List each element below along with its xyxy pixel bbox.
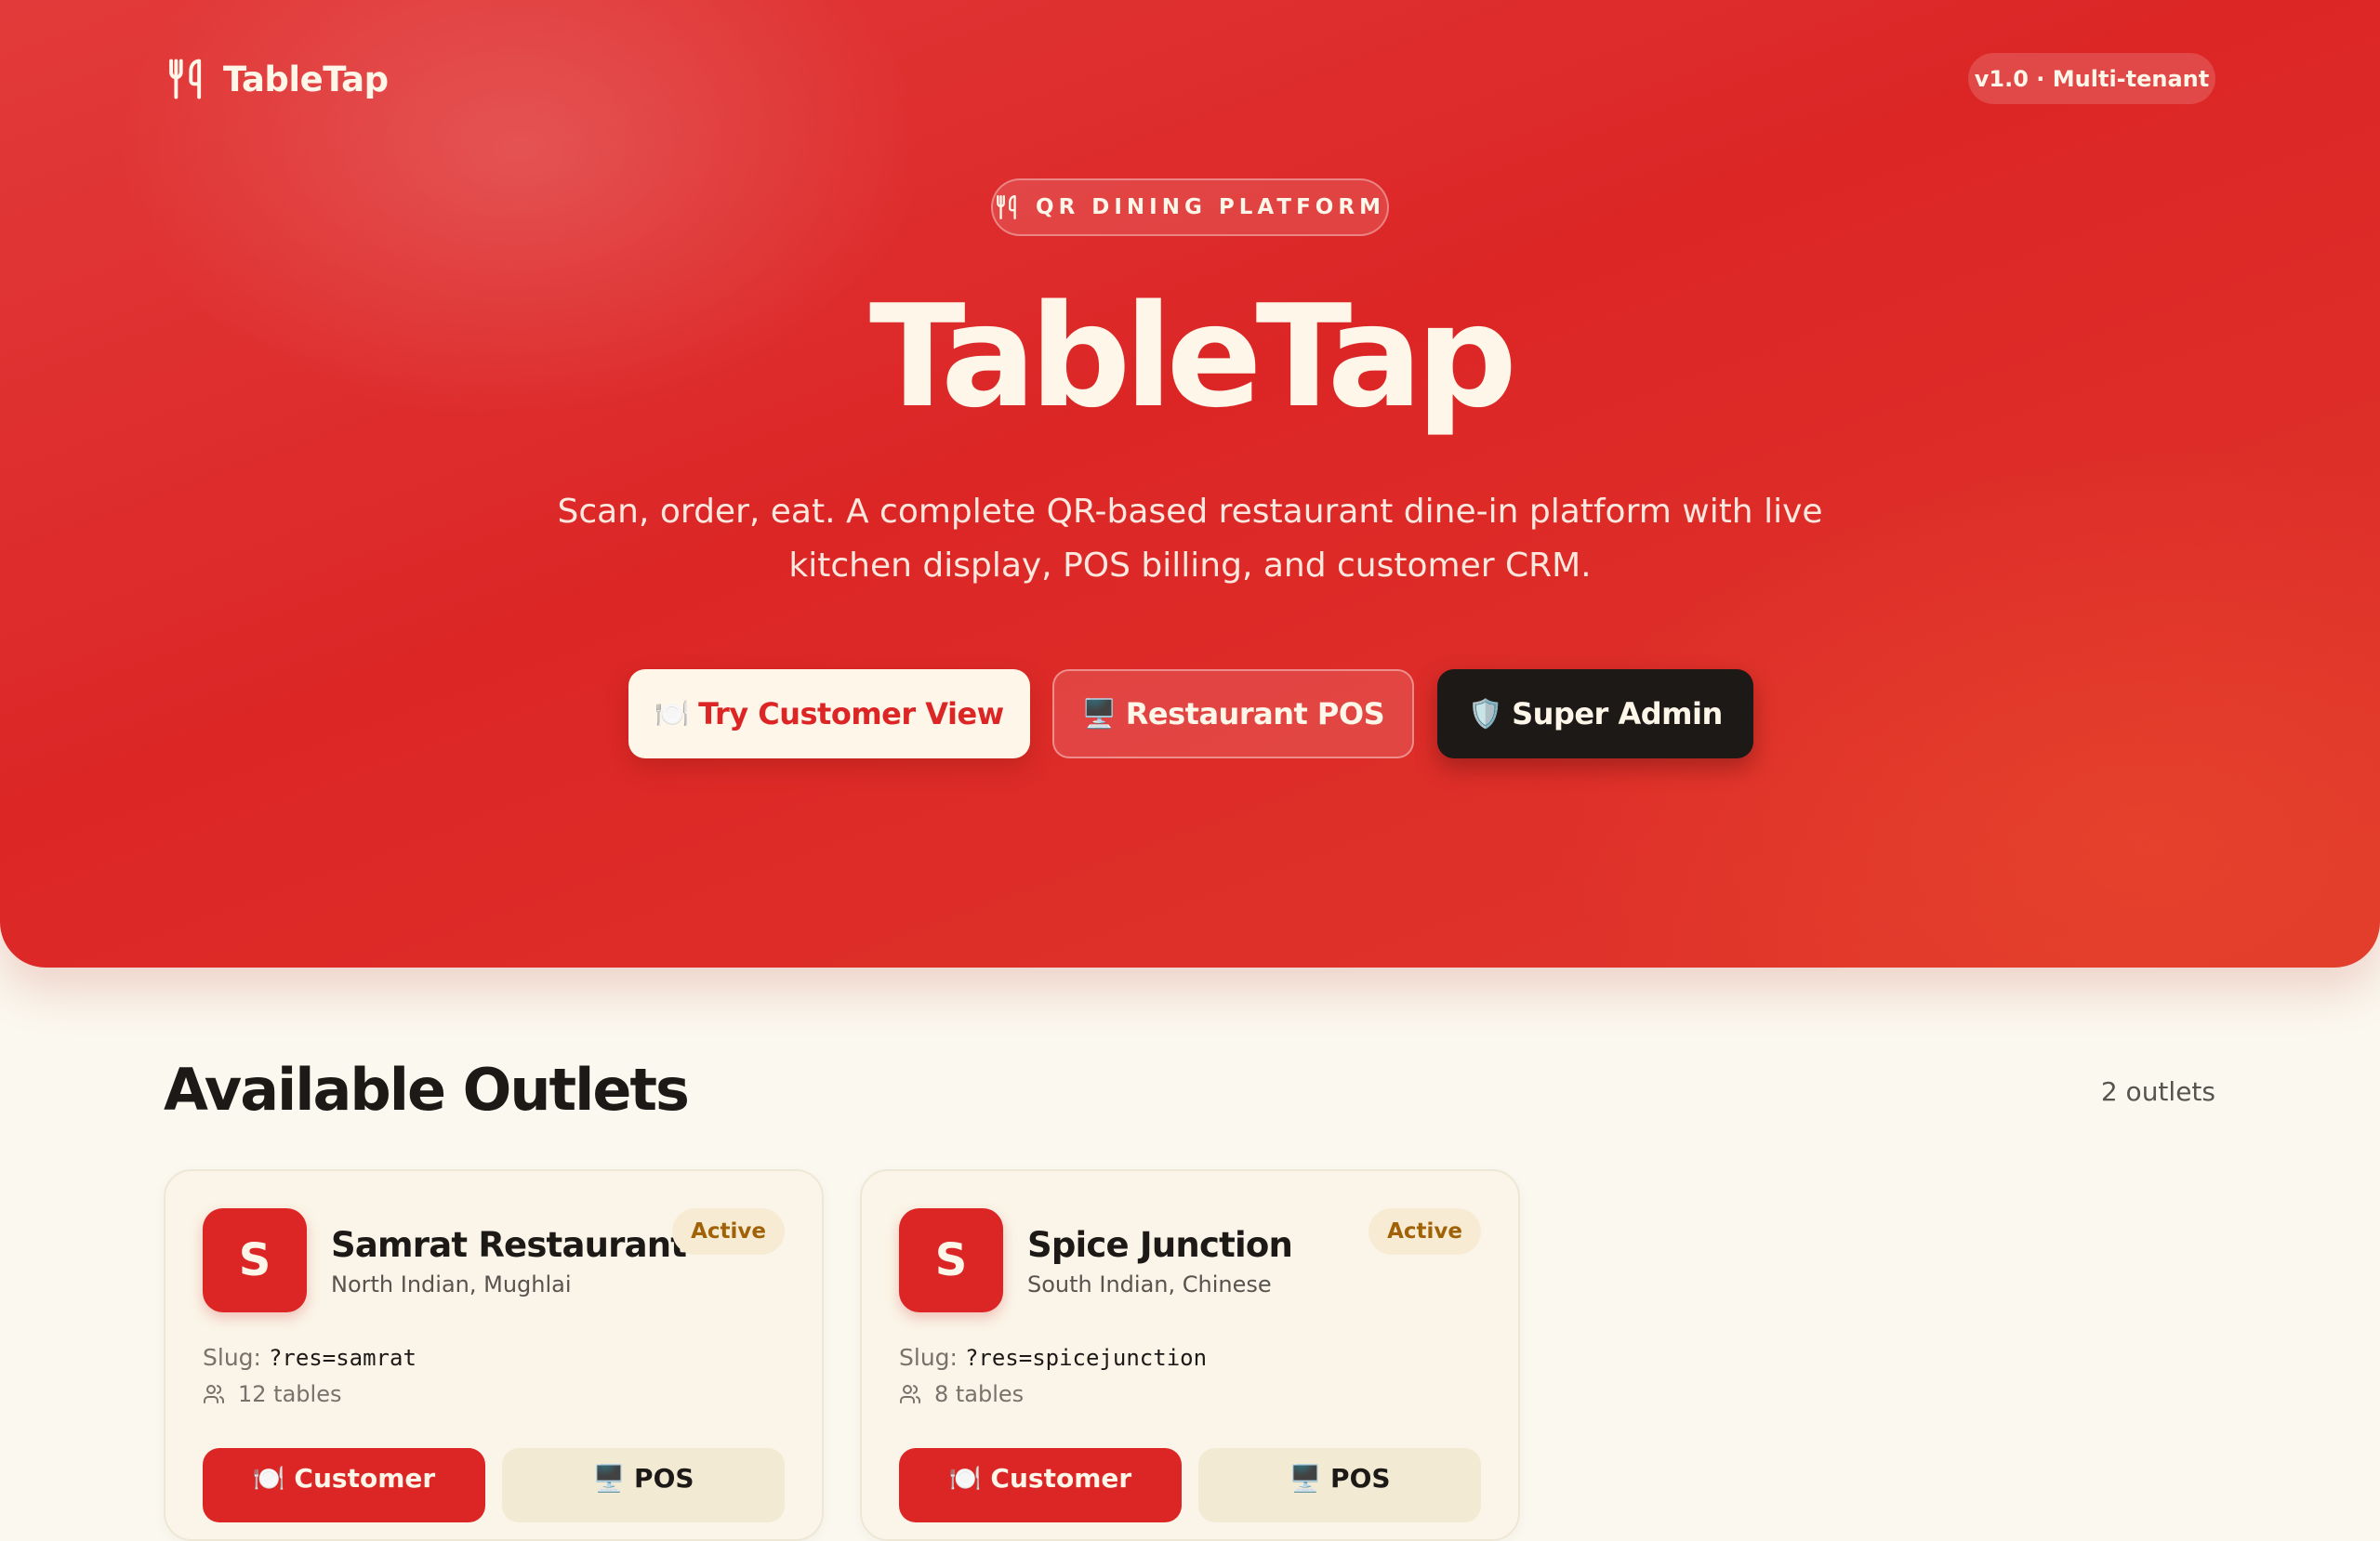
outlet-card[interactable]: S Spice Junction South Indian, Chinese A… bbox=[860, 1169, 1520, 1541]
outlet-avatar: S bbox=[899, 1208, 1003, 1312]
restaurant-pos-label: Restaurant POS bbox=[1125, 696, 1385, 731]
open-customer-button[interactable]: 🍽️ Customer bbox=[899, 1448, 1182, 1522]
open-pos-button[interactable]: 🖥️ POS bbox=[502, 1448, 785, 1522]
hero-banner: TableTap v1.0 · Multi-tenant QR DINING P… bbox=[0, 0, 2380, 968]
super-admin-label: Super Admin bbox=[1512, 696, 1723, 731]
slug-value: ?res=samrat bbox=[268, 1345, 416, 1371]
tables-count: 8 tables bbox=[934, 1381, 1025, 1407]
outlet-avatar: S bbox=[203, 1208, 307, 1312]
hero-subtitle-line-2: kitchen display, POS billing, and custom… bbox=[788, 547, 1592, 585]
slug-row: Slug: ?res=spicejunction bbox=[899, 1344, 1207, 1371]
outlet-cuisine: North Indian, Mughlai bbox=[331, 1271, 572, 1297]
tables-row: 8 tables bbox=[899, 1381, 1024, 1407]
tables-count: 12 tables bbox=[238, 1381, 342, 1407]
hero-title: TableTap bbox=[868, 274, 1517, 439]
status-badge: Active bbox=[672, 1208, 785, 1255]
status-badge: Active bbox=[1368, 1208, 1481, 1255]
section-title: Available Outlets bbox=[164, 1056, 690, 1124]
outlet-name: Samrat Restaurant bbox=[331, 1225, 687, 1265]
slug-label: Slug: bbox=[899, 1344, 958, 1371]
try-customer-view-label: Try Customer View bbox=[698, 696, 1004, 731]
outlet-card[interactable]: S Samrat Restaurant North Indian, Mughla… bbox=[164, 1169, 824, 1541]
users-icon bbox=[204, 1385, 225, 1403]
super-admin-button[interactable]: 🛡️ Super Admin bbox=[1437, 669, 1753, 758]
cta-row: 🍽️ Try Customer View 🖥️ Restaurant POS 🛡… bbox=[0, 669, 2380, 758]
shield-icon: 🛡️ bbox=[1468, 697, 1503, 731]
eyebrow-pill: QR DINING PLATFORM bbox=[991, 178, 1389, 236]
hero-subtitle-line-1: Scan, order, eat. A complete QR-based re… bbox=[557, 493, 1823, 531]
plate-icon: 🍽️ bbox=[654, 697, 690, 731]
slug-label: Slug: bbox=[203, 1344, 261, 1371]
eyebrow-label: QR DINING PLATFORM bbox=[1036, 195, 1385, 219]
open-pos-button[interactable]: 🖥️ POS bbox=[1198, 1448, 1481, 1522]
restaurant-pos-button[interactable]: 🖥️ Restaurant POS bbox=[1052, 669, 1414, 758]
brand-name: TableTap bbox=[223, 59, 389, 99]
brand-logo[interactable]: TableTap bbox=[165, 56, 389, 102]
tables-row: 12 tables bbox=[203, 1381, 341, 1407]
slug-row: Slug: ?res=samrat bbox=[203, 1344, 416, 1371]
utensils-icon bbox=[169, 59, 202, 99]
desktop-icon: 🖥️ bbox=[1081, 697, 1117, 731]
open-customer-button[interactable]: 🍽️ Customer bbox=[203, 1448, 485, 1522]
users-icon bbox=[900, 1385, 921, 1403]
hero-subtitle: Scan, order, eat. A complete QR-based re… bbox=[539, 485, 1841, 593]
outlet-name: Spice Junction bbox=[1027, 1225, 1293, 1265]
outlet-cuisine: South Indian, Chinese bbox=[1027, 1271, 1272, 1297]
version-badge: v1.0 · Multi-tenant bbox=[1968, 53, 2215, 104]
outlet-count: 2 outlets bbox=[2100, 1076, 2215, 1107]
try-customer-view-button[interactable]: 🍽️ Try Customer View bbox=[628, 669, 1030, 758]
slug-value: ?res=spicejunction bbox=[964, 1345, 1208, 1371]
utensils-icon bbox=[997, 194, 1016, 220]
